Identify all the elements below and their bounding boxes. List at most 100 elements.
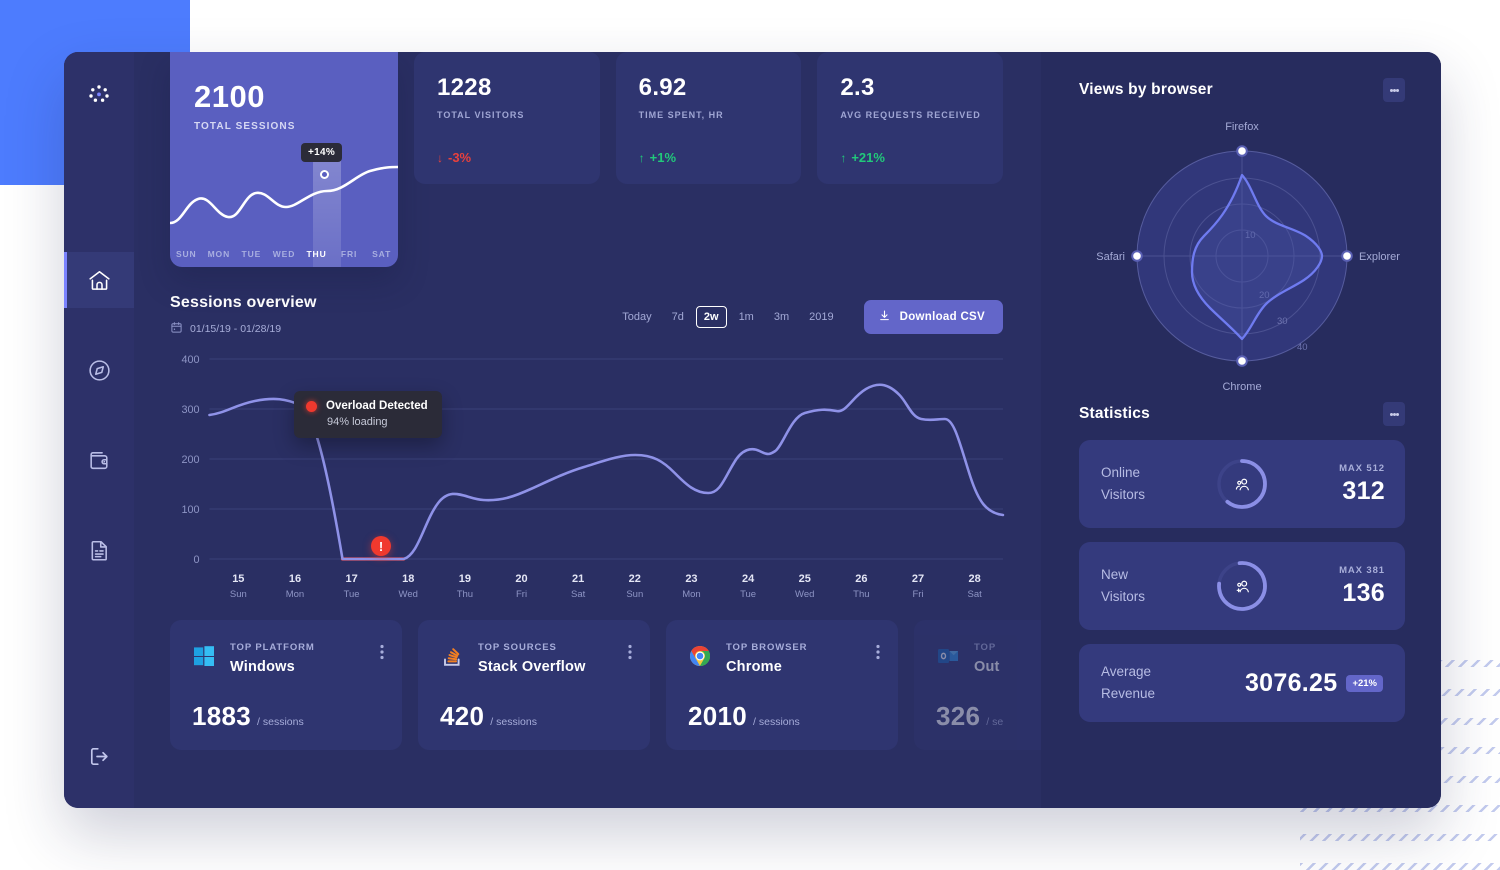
dot	[1395, 88, 1399, 92]
radar-ring-label: 40	[1297, 342, 1308, 353]
top-platform-card[interactable]: TOP PLATFORM Windows 1883 / sessions	[170, 620, 402, 750]
revenue-badge: +21%	[1346, 674, 1383, 692]
top-email-card[interactable]: TOP Out 326 / se	[914, 620, 1041, 750]
hero-tooltip: +14%	[301, 143, 343, 162]
download-csv-label: Download CSV	[899, 311, 985, 323]
radar-axis-label-safari: Safari	[1096, 251, 1125, 263]
kpi-card-time-spent[interactable]: 6.92 TIME SPENT, HR ↑ +1%	[615, 52, 802, 184]
range-option-2019[interactable]: 2019	[801, 306, 841, 328]
average-revenue-card[interactable]: Average Revenue 3076.25 +21%	[1079, 644, 1405, 722]
kpi-card-total-visitors[interactable]: 1228 TOTAL VISITORS ↓ -3%	[414, 52, 600, 184]
card-value-row: 326 / se	[936, 701, 1003, 732]
range-selector: Today 7d 2w 1m 3m 2019	[614, 306, 841, 328]
x-tick-day: 15	[232, 573, 245, 585]
range-option-2w[interactable]: 2w	[695, 306, 727, 328]
alert-exclamation-icon[interactable]: !	[371, 536, 391, 556]
stat-name-line2: Visitors	[1101, 487, 1146, 502]
x-tick-day: 21	[572, 573, 585, 585]
x-tick-weekday: Sat	[571, 589, 586, 600]
views-by-browser-radar-chart[interactable]: 10 20 30 40 Firefox Explorer Chrome Safa…	[1079, 108, 1405, 398]
views-by-browser-header: Views by browser	[1079, 78, 1405, 102]
range-option-today[interactable]: Today	[614, 306, 659, 328]
x-tick-weekday: Fri	[912, 589, 924, 600]
line-chart-svg: 400 300 200 100 0	[182, 354, 1005, 566]
x-tick-day: 19	[458, 573, 471, 585]
range-option-3m[interactable]: 3m	[766, 306, 797, 328]
card-header: TOP Out	[936, 642, 1041, 675]
kpi-delta: ↑ +21%	[840, 150, 885, 165]
total-sessions-hero-card[interactable]: 2100 TOTAL SESSIONS +14% SUN MON TUE WED…	[170, 52, 398, 267]
hero-day-labels: SUN MON TUE WED THU FRI SAT	[170, 249, 398, 259]
svg-text:100: 100	[182, 504, 200, 516]
stat-max-label: MAX 512	[1339, 462, 1385, 474]
sidebar-item-explore[interactable]	[64, 342, 134, 398]
x-tick: 17 Tue	[323, 573, 380, 600]
card-value: 2010	[688, 701, 748, 731]
kebab-menu-icon[interactable]	[628, 644, 632, 665]
x-tick: 19 Thu	[437, 573, 494, 600]
stat-card-new-visitors[interactable]: New Visitors MAX 381 136	[1079, 542, 1405, 630]
dots-logo-icon	[82, 78, 116, 112]
x-tick-weekday: Thu	[853, 589, 870, 600]
card-value-row: 1883 / sessions	[192, 701, 304, 732]
x-tick-weekday: Wed	[795, 589, 815, 600]
download-csv-button[interactable]: Download CSV	[863, 300, 1003, 334]
views-by-browser-title: Views by browser	[1079, 81, 1213, 98]
range-option-1m[interactable]: 1m	[731, 306, 762, 328]
sessions-line-chart[interactable]: 400 300 200 100 0 Overload Detected 94% …	[170, 351, 1005, 600]
top-browser-card[interactable]: TOP BROWSER Chrome 2010 / sessions	[666, 620, 898, 750]
revenue-name-line2: Revenue	[1101, 686, 1156, 701]
overload-tooltip-subtitle: 94% loading	[327, 416, 388, 428]
x-tick-weekday: Sun	[626, 589, 644, 600]
home-icon	[87, 268, 112, 293]
kpi-card-avg-requests[interactable]: 2.3 AVG REQUESTS RECEIVED ↑ +21%	[817, 52, 1004, 184]
svg-text:0: 0	[194, 554, 200, 566]
kebab-menu-icon[interactable]	[380, 644, 384, 665]
kpi-label: TOTAL VISITORS	[437, 110, 525, 120]
revenue-value: 3076.25	[1244, 668, 1338, 697]
kebab-menu-icon[interactable]	[1383, 78, 1405, 102]
card-text: TOP Out	[974, 642, 1000, 675]
hero-label: TOTAL SESSIONS	[194, 121, 296, 132]
logout-button[interactable]	[71, 728, 127, 784]
card-suffix: / se	[986, 716, 1004, 728]
stat-value: 136	[1342, 578, 1385, 607]
x-tick: 23 Mon	[663, 573, 720, 600]
line-chart-x-axis: 15 Sun 16 Mon 17 Tue 18 Wed 19 Thu 20 Fri 21 Sa…	[170, 573, 1003, 600]
download-icon	[878, 309, 891, 325]
kpi-value: 6.92	[638, 74, 687, 101]
stat-card-online-visitors[interactable]: Online Visitors MAX 512 312	[1079, 440, 1405, 528]
statistics-header: Statistics	[1079, 402, 1405, 426]
progress-ring	[1215, 457, 1269, 511]
card-value-row: 2010 / sessions	[688, 701, 800, 732]
kpi-value: 1228	[437, 74, 492, 101]
date-range-display[interactable]: 01/15/19 - 01/28/19	[170, 321, 317, 337]
top-sources-card[interactable]: TOP SOURCES Stack Overflow 420 / session…	[418, 620, 650, 750]
x-tick-weekday: Sat	[967, 589, 982, 600]
radar-chart-svg: 10 20 30 40 Firefox Explorer Chrome Safa…	[1096, 121, 1400, 393]
kebab-menu-icon[interactable]	[876, 644, 880, 665]
sidebar	[64, 52, 134, 808]
sidebar-item-reports[interactable]	[64, 522, 134, 578]
hero-day: MON	[207, 249, 231, 259]
sidebar-item-wallet[interactable]	[64, 432, 134, 488]
range-option-7d[interactable]: 7d	[664, 306, 692, 328]
x-tick: 26 Thu	[833, 573, 890, 600]
card-suffix: / sessions	[753, 716, 800, 728]
card-label: TOP PLATFORM	[230, 642, 315, 653]
x-tick: 18 Wed	[380, 573, 437, 600]
x-tick-day: 22	[628, 573, 641, 585]
sidebar-item-home[interactable]	[64, 252, 134, 308]
hero-day: SAT	[372, 249, 392, 259]
kpi-delta-value: -3%	[448, 150, 472, 165]
kpi-label: TIME SPENT, HR	[638, 110, 724, 120]
kpi-delta: ↓ -3%	[437, 150, 471, 165]
stat-name-line1: Online	[1101, 464, 1141, 480]
stat-values: MAX 381 136	[1339, 565, 1385, 608]
trend-up-arrow-icon: ↑	[638, 151, 645, 165]
kebab-menu-icon[interactable]	[1383, 402, 1405, 426]
x-tick: 28 Sat	[946, 573, 1003, 600]
card-value-row: 420 / sessions	[440, 701, 537, 732]
revenue-name-line1: Average	[1101, 663, 1152, 679]
hero-day: SUN	[175, 249, 197, 259]
